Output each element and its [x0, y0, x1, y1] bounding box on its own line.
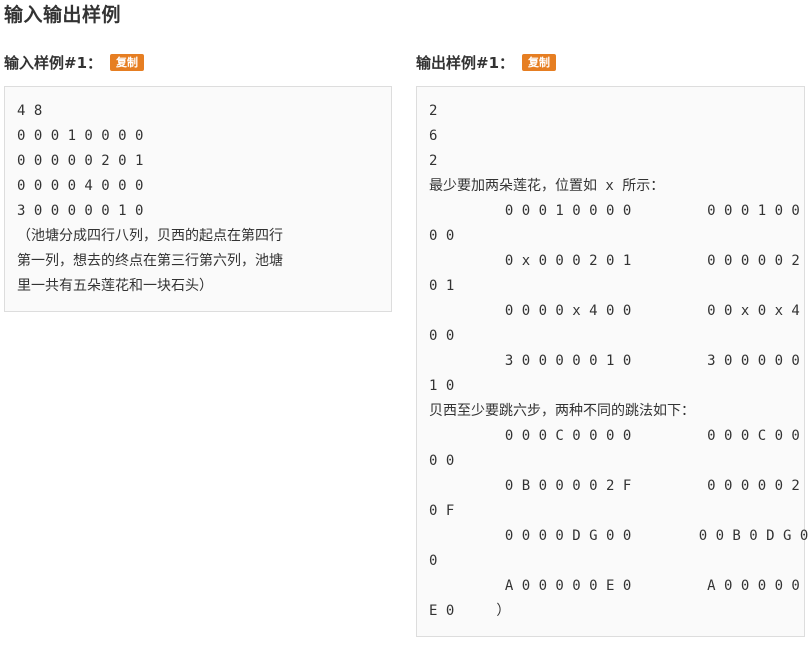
input-sample-label: 输入样例#1： — [4, 53, 103, 72]
input-sample-content: 4 8 0 0 0 1 0 0 0 0 0 0 0 0 0 2 0 1 0 0 … — [17, 103, 283, 294]
output-sample-box: 2 6 2 最少要加两朵莲花，位置如 x 所示： 0 0 0 1 0 0 0 0… — [416, 86, 809, 637]
input-sample-header: 输入样例#1： 复制 — [4, 50, 145, 74]
output-sample-content: 2 6 2 最少要加两朵莲花，位置如 x 所示： 0 0 0 1 0 0 0 0… — [429, 103, 809, 619]
copy-input-button[interactable]: 复制 — [110, 53, 145, 71]
output-sample-label: 输出样例#1： — [416, 53, 515, 72]
output-sample-header: 输出样例#1： 复制 — [416, 50, 557, 74]
section-title: 输入输出样例 — [4, 4, 122, 26]
input-sample-box: 4 8 0 0 0 1 0 0 0 0 0 0 0 0 0 2 0 1 0 0 … — [4, 86, 392, 312]
copy-output-button[interactable]: 复制 — [522, 53, 557, 71]
